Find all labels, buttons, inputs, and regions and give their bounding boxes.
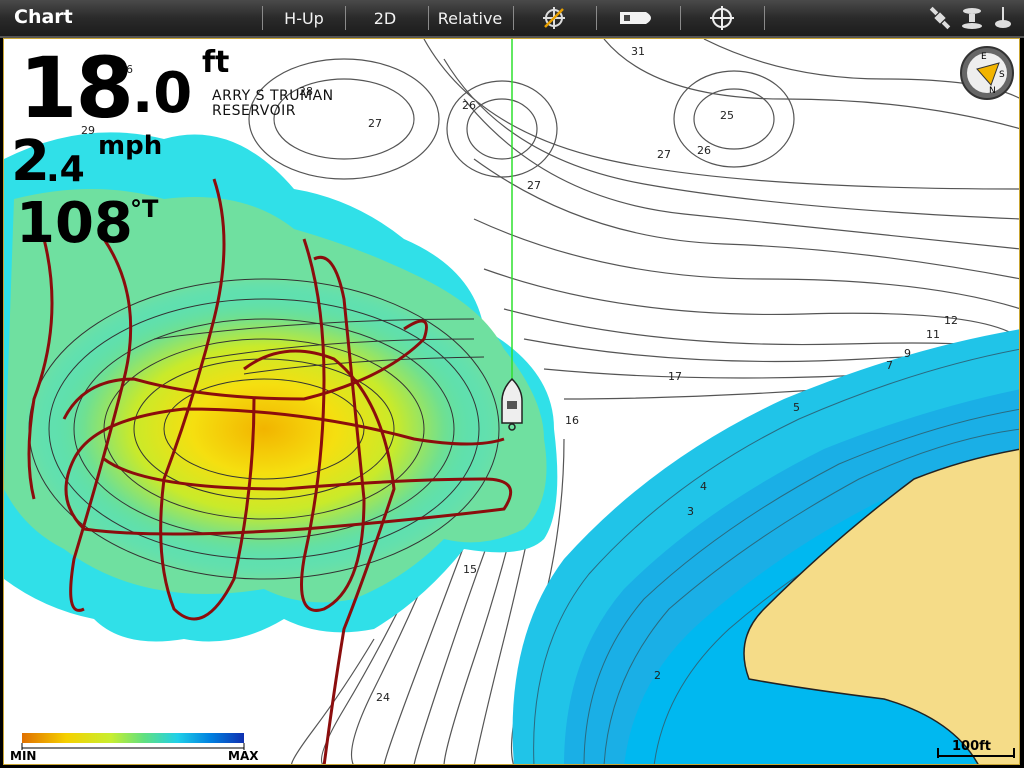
view-2d-button[interactable]: 2D (346, 0, 424, 36)
depth-label: 2 (654, 669, 661, 682)
depth-label: 26 (697, 144, 711, 157)
place-name: ARRY S TRUMAN RESERVOIR (212, 89, 334, 119)
heading-unit: °T (130, 195, 159, 223)
depth-label: 12 (944, 314, 958, 327)
satellite-icon (926, 0, 954, 36)
scale-bar: 100ft (936, 738, 1016, 762)
depth-label: 31 (631, 45, 645, 58)
place-name-line1: ARRY S TRUMAN (212, 88, 334, 104)
speed-value: 2 (11, 129, 50, 194)
depth-label: 26 (462, 99, 476, 112)
depth-decimal: .0 (132, 61, 193, 126)
depth-label: 4 (700, 480, 707, 493)
depth-label: 9 (904, 347, 911, 360)
depth-label: 27 (657, 148, 671, 161)
relative-motion-button[interactable]: Relative (429, 0, 511, 36)
compass-letter: S (999, 70, 1005, 80)
depth-label: 25 (720, 109, 734, 122)
compass-icon: E S N (960, 46, 1014, 100)
depth-label: 27 (527, 179, 541, 192)
no-target-icon[interactable] (515, 0, 593, 36)
depth-value: 18 (19, 39, 134, 137)
legend-max-label: MAX (228, 749, 259, 763)
toolbar-divider (680, 6, 681, 30)
crosshair-icon[interactable] (682, 0, 762, 36)
heading-up-button[interactable]: H-Up (265, 0, 343, 36)
depth-color-legend: MIN MAX (8, 730, 260, 764)
scale-label: 100ft (952, 739, 991, 754)
toolbar-divider (262, 6, 263, 30)
depth-label: 24 (376, 691, 390, 704)
boat-icon[interactable] (598, 0, 678, 36)
depth-label: 27 (368, 117, 382, 130)
toolbar-divider (596, 6, 597, 30)
depth-label: 17 (668, 370, 682, 383)
legend-min-label: MIN (10, 749, 36, 763)
compass-letter: N (989, 86, 996, 96)
sonar-icon (957, 0, 987, 36)
top-toolbar: Chart H-Up 2D Relative (0, 0, 1024, 38)
depth-label: 11 (926, 328, 940, 341)
depth-unit: ft (202, 45, 230, 80)
depth-label: 5 (793, 401, 800, 414)
transducer-icon (990, 0, 1016, 36)
depth-label: 3 (687, 505, 694, 518)
depth-label: 7 (886, 359, 893, 372)
speed-unit: mph (98, 131, 163, 161)
page-title: Chart (14, 6, 73, 28)
speed-decimal: .4 (46, 149, 85, 190)
place-name-line2: RESERVOIR (212, 103, 296, 119)
depth-label: 15 (463, 563, 477, 576)
heading-value: 108 (16, 191, 133, 256)
compass-letter: E (981, 52, 987, 62)
toolbar-divider (764, 6, 765, 30)
depth-label: 16 (565, 414, 579, 427)
toolbar-divider (513, 6, 514, 30)
